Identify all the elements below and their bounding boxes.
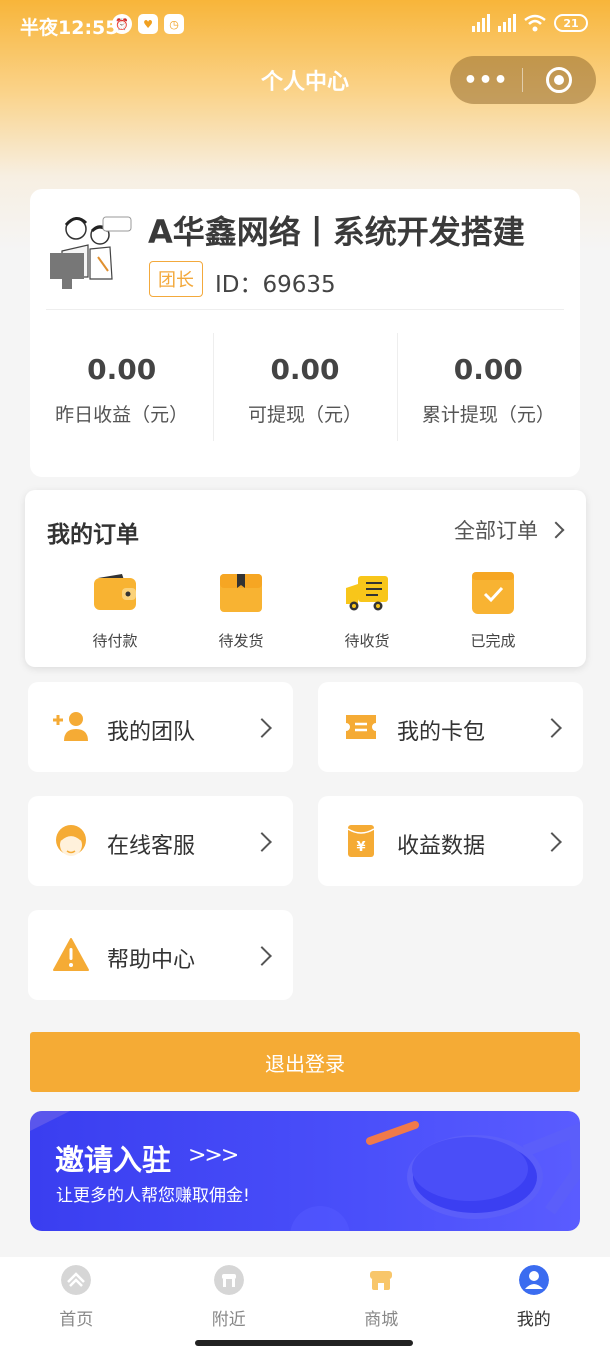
order-pending-payment[interactable]: 待付款 [52, 570, 178, 651]
stat-label: 昨日收益（元） [55, 404, 189, 426]
menu-label: 我的团队 [107, 720, 196, 745]
menu-help-center[interactable]: 帮助中心 [28, 910, 293, 1000]
order-label: 待发货 [218, 632, 264, 650]
role-badge: 团长 [149, 261, 203, 297]
tab-mall[interactable]: 商城 [305, 1265, 458, 1330]
stat-withdrawable[interactable]: 0.00 可提现（元） [213, 333, 396, 441]
miniprogram-capsule: ••• [450, 56, 596, 104]
user-id-label: ID： [215, 272, 263, 298]
app-notify-icon: ♥ [138, 14, 158, 34]
mall-icon [370, 1271, 393, 1290]
menu-label: 收益数据 [397, 834, 486, 859]
user-id: ID：69635 [215, 265, 336, 299]
tab-home[interactable]: 首页 [0, 1265, 153, 1330]
earnings-stats: 0.00 昨日收益（元） 0.00 可提现（元） 0.00 累计提现（元） [30, 333, 580, 441]
home-icon [61, 1265, 92, 1295]
stat-label: 累计提现（元） [421, 404, 555, 426]
menu-label: 帮助中心 [107, 948, 196, 973]
alarm-icon: ⏰ [112, 14, 132, 34]
clock-app-icon: ◷ [164, 14, 184, 34]
tab-bar: 首页 附近 商城 我的 [0, 1257, 610, 1356]
close-miniprogram-button[interactable] [523, 67, 595, 93]
stat-yesterday-income[interactable]: 0.00 昨日收益（元） [30, 337, 213, 441]
divider [46, 309, 564, 310]
menu-earnings-data[interactable]: ¥ 收益数据 [318, 796, 583, 886]
menu-label: 我的卡包 [397, 720, 486, 745]
chevron-right-icon [252, 832, 272, 852]
customer-service-icon [56, 825, 86, 856]
yuan-envelope-icon: ¥ [347, 825, 375, 857]
tab-nearby[interactable]: 附近 [153, 1265, 306, 1330]
tab-label: 商城 [364, 1310, 399, 1330]
stat-value: 0.00 [453, 353, 523, 386]
chevron-right-icon [542, 832, 562, 852]
invite-title: 邀请入驻 [55, 1143, 172, 1177]
order-pending-shipment[interactable]: 待发货 [178, 570, 304, 651]
more-button[interactable]: ••• [450, 68, 522, 93]
warning-icon [53, 938, 89, 971]
status-time: 半夜12:55 [20, 17, 119, 39]
chevron-right-icon [547, 521, 565, 539]
orders-card: 我的订单 全部订单 待付款 待发货 待收货 已完成 [25, 490, 586, 667]
tab-label: 附近 [211, 1310, 246, 1330]
notification-icons: ⏰ ♥ ◷ [112, 14, 184, 34]
user-name: A华鑫网络丨系统开发搭建 [148, 213, 525, 251]
signal-icon [472, 14, 490, 32]
order-label: 待付款 [92, 632, 138, 650]
order-label: 已完成 [470, 632, 516, 650]
truck-icon [346, 576, 388, 611]
invite-subtitle: 让更多的人帮您赚取佣金! [56, 1186, 250, 1206]
stat-value: 0.00 [270, 353, 340, 386]
profile-icon [518, 1265, 549, 1295]
menu-my-team[interactable]: 我的团队 [28, 682, 293, 772]
menu-customer-service[interactable]: 在线客服 [28, 796, 293, 886]
menu-my-cards[interactable]: 我的卡包 [318, 682, 583, 772]
order-status-list: 待付款 待发货 待收货 已完成 [25, 570, 586, 651]
card-icon [346, 715, 376, 739]
home-indicator [195, 1340, 413, 1346]
check-box-icon [472, 572, 514, 614]
store-icon [213, 1265, 244, 1295]
user-id-value: 69635 [262, 272, 336, 298]
wallet-icon [94, 574, 136, 610]
signal-icon [498, 14, 516, 32]
system-icons: 21 [472, 14, 588, 32]
avatar[interactable] [48, 207, 138, 291]
battery-icon: 21 [554, 14, 588, 32]
svg-text:¥: ¥ [356, 840, 365, 855]
package-icon [220, 574, 262, 612]
stat-total-withdrawn[interactable]: 0.00 累计提现（元） [396, 333, 580, 441]
target-icon [546, 67, 572, 93]
chevron-right-icon [252, 718, 272, 738]
all-orders-link[interactable]: 全部订单 [454, 515, 565, 545]
tab-mine[interactable]: 我的 [458, 1265, 610, 1330]
order-label: 待收货 [344, 632, 390, 650]
logout-button[interactable]: 退出登录 [30, 1032, 580, 1092]
stat-label: 可提现（元） [247, 404, 362, 426]
chevron-right-icon [542, 718, 562, 738]
tab-label: 我的 [516, 1310, 551, 1330]
add-user-icon [53, 712, 88, 741]
all-orders-label: 全部订单 [454, 519, 538, 543]
chevron-right-icon [252, 946, 272, 966]
order-completed[interactable]: 已完成 [430, 570, 556, 651]
invite-banner[interactable]: 邀请入驻 >>> 让更多的人帮您赚取佣金! [30, 1111, 580, 1231]
profile-card: A华鑫网络丨系统开发搭建 团长 ID：69635 0.00 昨日收益（元） 0.… [30, 189, 580, 477]
orders-title: 我的订单 [47, 522, 139, 548]
order-pending-receipt[interactable]: 待收货 [304, 570, 430, 651]
tab-label: 首页 [59, 1310, 94, 1330]
wifi-icon [524, 14, 546, 32]
menu-label: 在线客服 [107, 834, 196, 859]
stat-value: 0.00 [87, 353, 157, 386]
status-bar: 半夜12:55 ⏰ ♥ ◷ 21 [0, 0, 610, 52]
arrows-icon: >>> [188, 1143, 239, 1168]
